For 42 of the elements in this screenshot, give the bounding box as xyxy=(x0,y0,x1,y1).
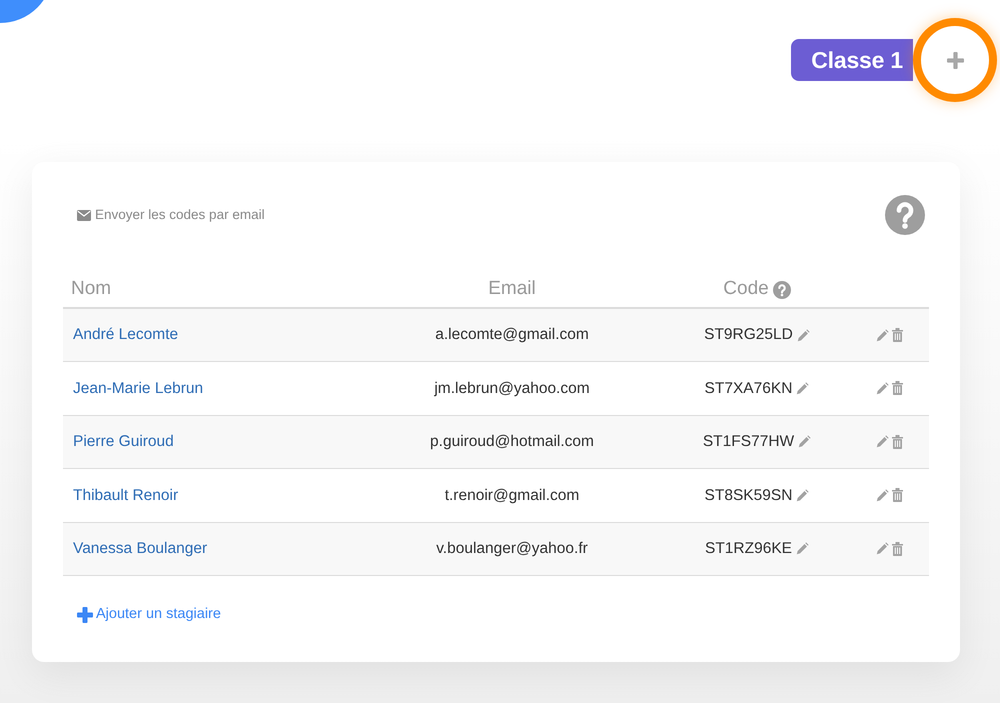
column-header: Nom xyxy=(71,278,112,300)
trash-icon[interactable] xyxy=(892,328,903,342)
pencil-icon[interactable] xyxy=(796,488,810,502)
email-text: v.boulanger@yahoo.fr xyxy=(436,540,588,558)
email-text: a.lecomte@gmail.com xyxy=(435,326,589,344)
access-code-text: ST1FS77HW xyxy=(702,432,794,452)
envelope-icon xyxy=(77,210,91,220)
access-code-text: ST1RZ96KE xyxy=(704,539,792,560)
trash-icon[interactable] xyxy=(892,381,903,396)
add-class-button[interactable] xyxy=(913,18,997,102)
help-icon[interactable] xyxy=(885,195,925,235)
email-text: p.guiroud@hotmail.com xyxy=(430,433,594,450)
column-header: Code xyxy=(723,277,769,302)
pencil-icon[interactable] xyxy=(798,435,812,448)
email-text: jm.lebrun@yahoo.com xyxy=(434,380,590,397)
help-icon[interactable] xyxy=(772,280,791,298)
trainee-name-link[interactable]: Vanessa Boulanger xyxy=(73,540,208,558)
trainee-name-link[interactable]: Pierre Guiroud xyxy=(73,433,174,450)
trainee-name-link[interactable]: Thibault Renoir xyxy=(73,486,178,504)
trash-icon[interactable] xyxy=(892,488,903,502)
plus-icon xyxy=(946,52,964,68)
pencil-icon[interactable] xyxy=(796,328,810,342)
pencil-icon[interactable] xyxy=(876,542,889,556)
trash-icon[interactable] xyxy=(892,434,903,449)
trainee-name-link[interactable]: Jean-Marie Lebrun xyxy=(73,380,204,397)
pencil-icon[interactable] xyxy=(876,488,889,502)
pencil-icon[interactable] xyxy=(876,435,889,448)
plus-icon xyxy=(77,606,93,623)
pencil-icon[interactable] xyxy=(876,382,889,395)
add-trainee-link[interactable]: Ajouter un stagiaire xyxy=(77,604,221,626)
email-text: t.renoir@gmail.com xyxy=(444,486,580,504)
pencil-icon[interactable] xyxy=(796,382,810,395)
class-tab[interactable]: Classe 1 xyxy=(791,39,913,81)
pencil-icon[interactable] xyxy=(876,328,889,342)
column-header: Email xyxy=(488,278,536,300)
access-code-text: ST8SK59SN xyxy=(704,486,792,506)
trash-icon[interactable] xyxy=(892,542,903,556)
trainee-name-link[interactable]: André Lecomte xyxy=(73,326,178,344)
send-codes-link[interactable]: Envoyer les codes par email xyxy=(77,204,265,226)
access-code-text: ST7XA76KN xyxy=(704,378,792,399)
access-code-text: ST9RG25LD xyxy=(704,325,793,346)
pencil-icon[interactable] xyxy=(796,542,809,556)
